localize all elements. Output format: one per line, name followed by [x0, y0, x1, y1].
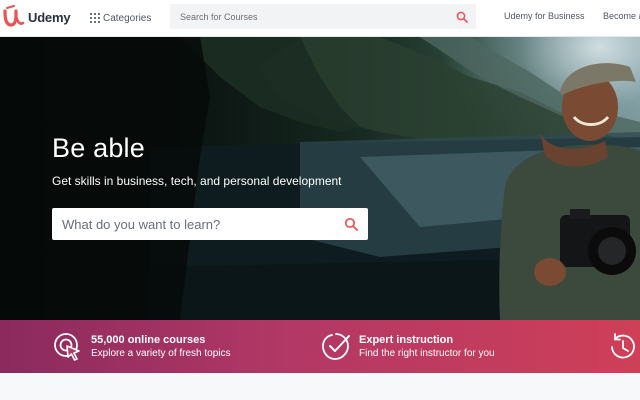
hero-search-input[interactable]: What do you want to learn? — [62, 217, 344, 232]
next-section — [0, 373, 640, 400]
history-clock-icon — [611, 332, 635, 358]
target-cursor-icon — [54, 332, 80, 361]
grid-icon — [90, 13, 100, 23]
feature-desc: Explore a variety of fresh topics — [91, 348, 231, 359]
top-header: Udemy Categories Search for Courses Udem… — [0, 0, 640, 37]
udemy-for-business-link[interactable]: Udemy for Business — [504, 11, 585, 21]
hero-title: Be able — [52, 133, 145, 163]
udemy-logo-icon — [3, 5, 25, 27]
header-search-input[interactable]: Search for Courses — [180, 12, 456, 22]
feature-instruction: Expert instruction Find the right instru… — [320, 320, 495, 373]
hero-banner: Be able Get skills in business, tech, an… — [0, 37, 640, 320]
hero-search-bar[interactable]: What do you want to learn? — [52, 208, 368, 240]
search-icon[interactable] — [456, 11, 468, 23]
search-icon[interactable] — [344, 217, 358, 231]
feature-title: 55,000 online courses — [91, 334, 206, 346]
feature-desc: Find the right instructor for you — [359, 348, 495, 359]
categories-menu[interactable]: Categories — [90, 10, 151, 26]
header-search-bar[interactable]: Search for Courses — [170, 4, 476, 29]
become-instructor-link[interactable]: Become a — [603, 11, 640, 21]
feature-title: Expert instruction — [359, 334, 454, 346]
feature-lifetime — [606, 320, 638, 373]
checkmark-badge-icon — [322, 332, 350, 360]
udemy-homepage: Udemy Categories Search for Courses Udem… — [0, 0, 640, 400]
udemy-logo[interactable]: Udemy — [2, 5, 71, 29]
categories-label: Categories — [103, 12, 152, 24]
section-heading-cutoff — [52, 395, 252, 400]
feature-courses: 55,000 online courses Explore a variety … — [52, 320, 231, 373]
features-band: 55,000 online courses Explore a variety … — [0, 320, 640, 373]
brand-name: Udemy — [28, 9, 71, 25]
hero-subtitle: Get skills in business, tech, and person… — [52, 174, 342, 188]
